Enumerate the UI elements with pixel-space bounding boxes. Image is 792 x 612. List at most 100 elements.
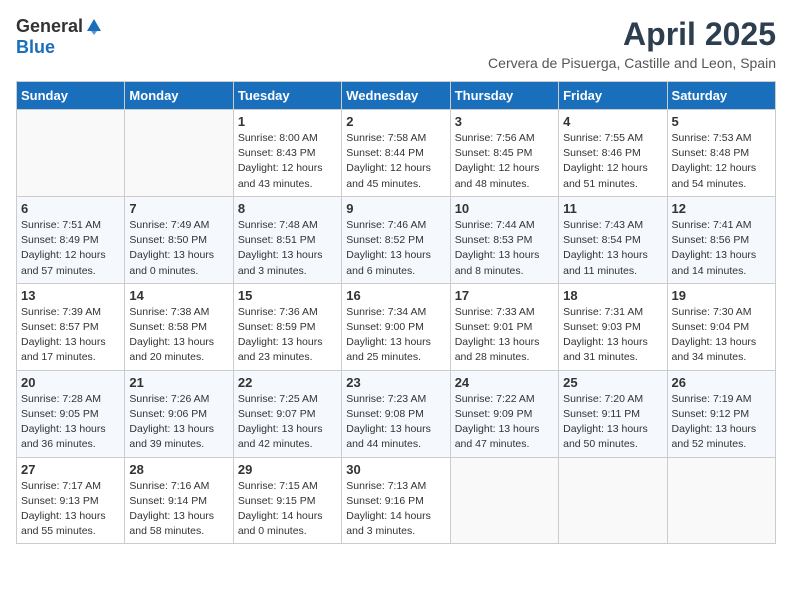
calendar-cell: 3 Sunrise: 7:56 AMSunset: 8:45 PMDaylight… [450, 110, 558, 197]
title-block: April 2025 Cervera de Pisuerga, Castille… [488, 16, 776, 71]
day-number: 19 [672, 288, 771, 303]
sun-info: Sunrise: 7:22 AMSunset: 9:09 PMDaylight:… [455, 392, 554, 453]
sun-info: Sunrise: 7:38 AMSunset: 8:58 PMDaylight:… [129, 305, 228, 366]
calendar-cell: 11Sunrise: 7:43 AMSunset: 8:54 PMDayligh… [559, 196, 667, 283]
sun-info: Sunrise: 7:49 AMSunset: 8:50 PMDaylight:… [129, 218, 228, 279]
day-number: 16 [346, 288, 445, 303]
calendar-header-thursday: Thursday [450, 82, 558, 110]
day-number: 23 [346, 375, 445, 390]
day-number: 5 [672, 114, 771, 129]
sun-info: Sunrise: 7:17 AMSunset: 9:13 PMDaylight:… [21, 479, 120, 540]
calendar-cell: 17Sunrise: 7:33 AMSunset: 9:01 PMDayligh… [450, 283, 558, 370]
page-header: General Blue April 2025 Cervera de Pisue… [16, 16, 776, 71]
day-number: 24 [455, 375, 554, 390]
day-number: 17 [455, 288, 554, 303]
calendar-cell: 5 Sunrise: 7:53 AMSunset: 8:48 PMDaylight… [667, 110, 775, 197]
calendar-header-row: SundayMondayTuesdayWednesdayThursdayFrid… [17, 82, 776, 110]
logo-icon [85, 17, 103, 35]
sun-info: Sunrise: 7:19 AMSunset: 9:12 PMDaylight:… [672, 392, 771, 453]
calendar-cell: 16 Sunrise: 7:34 AMSunset: 9:00 PMDayligh… [342, 283, 450, 370]
calendar-cell: 19 Sunrise: 7:30 AMSunset: 9:04 PMDayligh… [667, 283, 775, 370]
calendar-cell: 8 Sunrise: 7:48 AMSunset: 8:51 PMDaylight… [233, 196, 341, 283]
calendar-week-row: 6 Sunrise: 7:51 AMSunset: 8:49 PMDaylight… [17, 196, 776, 283]
day-number: 20 [21, 375, 120, 390]
calendar-cell: 15Sunrise: 7:36 AMSunset: 8:59 PMDayligh… [233, 283, 341, 370]
day-number: 6 [21, 201, 120, 216]
calendar-table: SundayMondayTuesdayWednesdayThursdayFrid… [16, 81, 776, 544]
day-number: 29 [238, 462, 337, 477]
day-number: 10 [455, 201, 554, 216]
day-number: 21 [129, 375, 228, 390]
day-number: 3 [455, 114, 554, 129]
sun-info: Sunrise: 7:13 AMSunset: 9:16 PMDaylight:… [346, 479, 445, 540]
calendar-header-tuesday: Tuesday [233, 82, 341, 110]
sun-info: Sunrise: 7:46 AMSunset: 8:52 PMDaylight:… [346, 218, 445, 279]
calendar-week-row: 20 Sunrise: 7:28 AMSunset: 9:05 PMDayligh… [17, 370, 776, 457]
calendar-cell: 7 Sunrise: 7:49 AMSunset: 8:50 PMDaylight… [125, 196, 233, 283]
calendar-cell [667, 457, 775, 544]
sun-info: Sunrise: 7:56 AMSunset: 8:45 PMDaylight:… [455, 131, 554, 192]
day-number: 4 [563, 114, 662, 129]
calendar-cell: 18 Sunrise: 7:31 AMSunset: 9:03 PMDayligh… [559, 283, 667, 370]
logo-general-text: General [16, 16, 83, 37]
day-number: 15 [238, 288, 337, 303]
sun-info: Sunrise: 7:25 AMSunset: 9:07 PMDaylight:… [238, 392, 337, 453]
sun-info: Sunrise: 7:41 AMSunset: 8:56 PMDaylight:… [672, 218, 771, 279]
sun-info: Sunrise: 7:30 AMSunset: 9:04 PMDaylight:… [672, 305, 771, 366]
calendar-cell: 10 Sunrise: 7:44 AMSunset: 8:53 PMDayligh… [450, 196, 558, 283]
day-number: 28 [129, 462, 228, 477]
month-title: April 2025 [488, 16, 776, 53]
sun-info: Sunrise: 8:00 AMSunset: 8:43 PMDaylight:… [238, 131, 337, 192]
calendar-week-row: 27 Sunrise: 7:17 AMSunset: 9:13 PMDayligh… [17, 457, 776, 544]
sun-info: Sunrise: 7:44 AMSunset: 8:53 PMDaylight:… [455, 218, 554, 279]
day-number: 2 [346, 114, 445, 129]
day-number: 13 [21, 288, 120, 303]
day-number: 25 [563, 375, 662, 390]
calendar-cell: 23Sunrise: 7:23 AMSunset: 9:08 PMDayligh… [342, 370, 450, 457]
calendar-cell: 25 Sunrise: 7:20 AMSunset: 9:11 PMDayligh… [559, 370, 667, 457]
day-number: 18 [563, 288, 662, 303]
day-number: 9 [346, 201, 445, 216]
sun-info: Sunrise: 7:34 AMSunset: 9:00 PMDaylight:… [346, 305, 445, 366]
sun-info: Sunrise: 7:31 AMSunset: 9:03 PMDaylight:… [563, 305, 662, 366]
sun-info: Sunrise: 7:20 AMSunset: 9:11 PMDaylight:… [563, 392, 662, 453]
day-number: 12 [672, 201, 771, 216]
calendar-cell [559, 457, 667, 544]
sun-info: Sunrise: 7:58 AMSunset: 8:44 PMDaylight:… [346, 131, 445, 192]
day-number: 7 [129, 201, 228, 216]
day-number: 22 [238, 375, 337, 390]
calendar-cell [450, 457, 558, 544]
day-number: 30 [346, 462, 445, 477]
calendar-cell: 20 Sunrise: 7:28 AMSunset: 9:05 PMDayligh… [17, 370, 125, 457]
day-number: 27 [21, 462, 120, 477]
sun-info: Sunrise: 7:51 AMSunset: 8:49 PMDaylight:… [21, 218, 120, 279]
sun-info: Sunrise: 7:48 AMSunset: 8:51 PMDaylight:… [238, 218, 337, 279]
calendar-cell: 28Sunrise: 7:16 AMSunset: 9:14 PMDayligh… [125, 457, 233, 544]
logo: General Blue [16, 16, 103, 58]
calendar-week-row: 13 Sunrise: 7:39 AMSunset: 8:57 PMDayligh… [17, 283, 776, 370]
sun-info: Sunrise: 7:15 AMSunset: 9:15 PMDaylight:… [238, 479, 337, 540]
logo-blue-text: Blue [16, 37, 55, 58]
calendar-cell: 24 Sunrise: 7:22 AMSunset: 9:09 PMDayligh… [450, 370, 558, 457]
sun-info: Sunrise: 7:53 AMSunset: 8:48 PMDaylight:… [672, 131, 771, 192]
calendar-header-saturday: Saturday [667, 82, 775, 110]
day-number: 11 [563, 201, 662, 216]
calendar-cell: 29 Sunrise: 7:15 AMSunset: 9:15 PMDayligh… [233, 457, 341, 544]
calendar-cell: 12 Sunrise: 7:41 AMSunset: 8:56 PMDayligh… [667, 196, 775, 283]
sun-info: Sunrise: 7:39 AMSunset: 8:57 PMDaylight:… [21, 305, 120, 366]
calendar-cell: 22 Sunrise: 7:25 AMSunset: 9:07 PMDayligh… [233, 370, 341, 457]
sun-info: Sunrise: 7:55 AMSunset: 8:46 PMDaylight:… [563, 131, 662, 192]
calendar-cell: 30 Sunrise: 7:13 AMSunset: 9:16 PMDayligh… [342, 457, 450, 544]
calendar-week-row: 1Sunrise: 8:00 AMSunset: 8:43 PMDaylight… [17, 110, 776, 197]
day-number: 8 [238, 201, 337, 216]
sun-info: Sunrise: 7:26 AMSunset: 9:06 PMDaylight:… [129, 392, 228, 453]
day-number: 14 [129, 288, 228, 303]
calendar-cell: 26 Sunrise: 7:19 AMSunset: 9:12 PMDayligh… [667, 370, 775, 457]
calendar-cell: 21 Sunrise: 7:26 AMSunset: 9:06 PMDayligh… [125, 370, 233, 457]
calendar-header-monday: Monday [125, 82, 233, 110]
calendar-cell: 1Sunrise: 8:00 AMSunset: 8:43 PMDaylight… [233, 110, 341, 197]
calendar-cell: 4 Sunrise: 7:55 AMSunset: 8:46 PMDaylight… [559, 110, 667, 197]
calendar-cell: 13 Sunrise: 7:39 AMSunset: 8:57 PMDayligh… [17, 283, 125, 370]
sun-info: Sunrise: 7:28 AMSunset: 9:05 PMDaylight:… [21, 392, 120, 453]
day-number: 26 [672, 375, 771, 390]
